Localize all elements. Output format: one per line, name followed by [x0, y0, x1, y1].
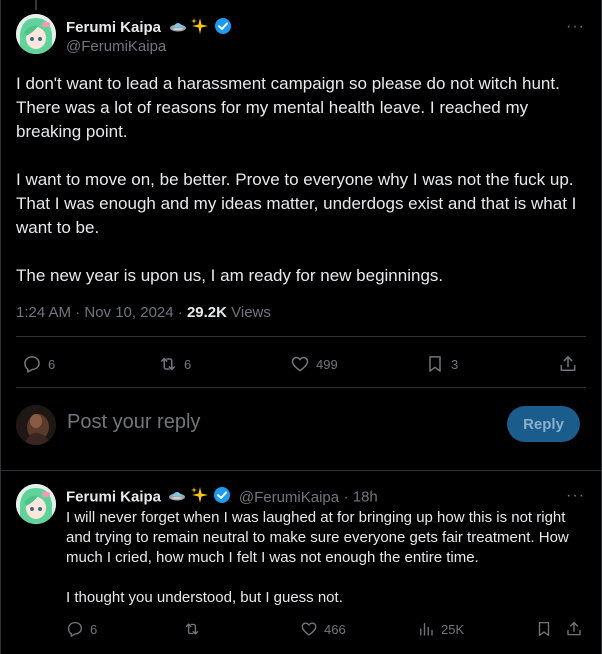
reply-repost-action[interactable]	[183, 620, 207, 638]
share-icon	[560, 356, 576, 371]
reply-avatar-image	[16, 484, 56, 524]
current-user-avatar[interactable]	[16, 405, 56, 445]
reply-author-avatar[interactable]	[16, 484, 56, 524]
current-user-avatar-image	[16, 405, 56, 445]
ufo-icon	[169, 18, 187, 38]
repost-icon	[185, 623, 199, 635]
reply-reply-count: 6	[90, 621, 98, 637]
reply-author-handle[interactable]: @FerumiKaipa	[239, 489, 339, 506]
more-options-icon[interactable]: ···	[566, 18, 585, 36]
reply-views-count: 25K	[441, 621, 465, 637]
divider	[16, 336, 586, 337]
tweet-paragraph: The new year is upon us, I am ready for …	[16, 266, 444, 285]
reply-icon	[67, 621, 83, 637]
divider	[0, 470, 602, 471]
ufo-icon	[168, 487, 186, 508]
reply-count: 6	[48, 356, 56, 372]
author-avatar[interactable]	[16, 14, 56, 54]
tweet-text: I don't want to lead a harassment campai…	[16, 72, 586, 288]
sparkles-icon	[191, 17, 209, 39]
reply-text: I will never forget when I was laughed a…	[66, 508, 586, 608]
reply-time[interactable]: · 18h	[344, 489, 378, 506]
reply-header: Ferumi Kaipa @FerumiKaipa · 18h	[66, 486, 378, 509]
avatar-image	[16, 14, 56, 54]
verified-badge-icon[interactable]	[214, 17, 232, 39]
repost-action[interactable]: 6	[158, 354, 191, 374]
reply-like-count: 466	[324, 621, 346, 637]
share-icon	[567, 621, 581, 636]
reply-action[interactable]: 6	[22, 354, 55, 374]
author-name-row[interactable]: Ferumi Kaipa	[66, 17, 232, 39]
divider	[16, 387, 586, 388]
tweet-timestamp[interactable]: 1:24 AM · Nov 10, 2024 ·	[16, 304, 187, 321]
bookmark-icon	[538, 621, 550, 637]
views-count: 29.2K	[186, 304, 227, 321]
reply-more-options-icon[interactable]: ···	[566, 487, 585, 505]
thread-connector-line	[35, 0, 37, 10]
repost-icon	[161, 357, 175, 371]
tweet-paragraph: I want to move on, be better. Prove to e…	[16, 170, 577, 237]
reply-input[interactable]: Post your reply	[67, 411, 200, 434]
reply-reply-action[interactable]: 6	[66, 620, 97, 638]
bookmark-icon	[429, 356, 441, 372]
views-label: Views	[226, 304, 271, 321]
heart-icon	[301, 622, 317, 636]
heart-icon	[291, 356, 309, 372]
reply-bookmark-action[interactable]	[535, 620, 559, 638]
like-count: 499	[316, 356, 338, 372]
reply-paragraph: I thought you understood, but I guess no…	[66, 589, 343, 606]
bookmark-count: 3	[451, 356, 459, 372]
like-action[interactable]: 499	[290, 354, 338, 374]
reply-share-action[interactable]	[565, 620, 589, 638]
repost-count: 6	[184, 356, 192, 372]
reply-icon	[24, 356, 40, 373]
verified-badge-icon[interactable]	[213, 486, 231, 509]
reply-views-action[interactable]: 25K	[417, 620, 464, 638]
author-handle[interactable]: @FerumiKaipa	[66, 38, 166, 55]
author-name[interactable]: Ferumi Kaipa	[66, 19, 161, 36]
sparkles-icon	[190, 486, 209, 509]
views-chart-icon	[420, 623, 433, 636]
reply-button[interactable]: Reply	[507, 406, 580, 442]
bookmark-action[interactable]: 3	[425, 354, 458, 374]
tweet-meta: 1:24 AM · Nov 10, 2024 · 29.2K Views	[16, 304, 271, 321]
tweet-paragraph: I don't want to lead a harassment campai…	[16, 74, 560, 141]
reply-like-action[interactable]: 466	[300, 620, 346, 638]
share-action[interactable]	[558, 354, 584, 374]
reply-paragraph: I will never forget when I was laughed a…	[66, 509, 569, 566]
reply-author-name[interactable]: Ferumi Kaipa	[66, 489, 161, 506]
